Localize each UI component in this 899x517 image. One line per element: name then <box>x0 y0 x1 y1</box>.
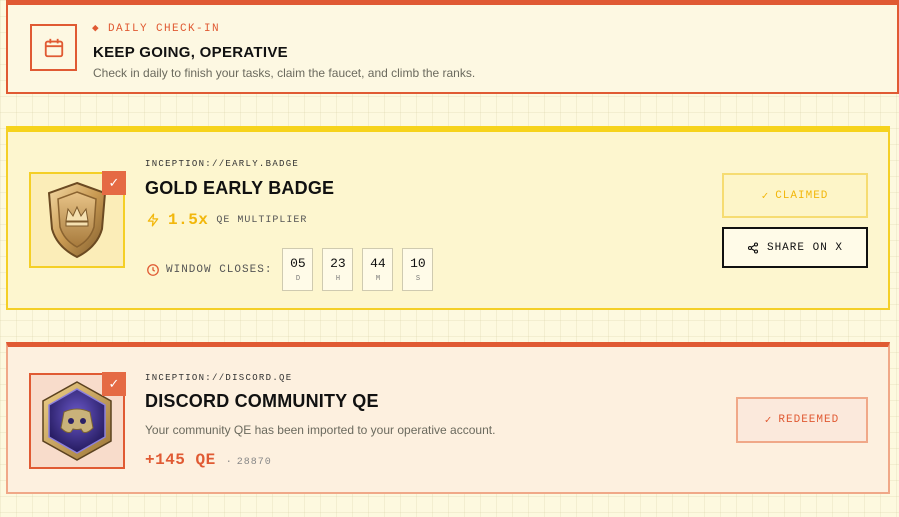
diamond-icon: ◆ <box>92 23 101 35</box>
share-on-x-button[interactable]: SHARE ON X <box>722 227 868 268</box>
multiplier-row: 1.5x QE MULTIPLIER <box>146 211 307 229</box>
countdown-minutes-unit: M <box>375 275 381 283</box>
qe-amount: +145 QE <box>145 451 216 469</box>
qe-id-value: 28870 <box>236 457 272 468</box>
check-icon: ✓ <box>761 190 770 203</box>
calendar-icon <box>30 24 77 71</box>
claimed-button: ✓ CLAIMED <box>722 173 868 218</box>
countdown-days: 05 D <box>282 248 314 291</box>
countdown-days-value: 05 <box>290 256 306 271</box>
badge-title: DISCORD COMMUNITY QE <box>145 391 379 411</box>
redeemed-button: ✓ REDEEMED <box>736 397 868 443</box>
badge-path: INCEPTION://DISCORD.QE <box>145 373 293 383</box>
daily-checkin-banner: ◆ DAILY CHECK-IN KEEP GOING, OPERATIVE C… <box>6 0 899 94</box>
claimed-label: CLAIMED <box>775 189 829 202</box>
badge-image-frame: ✓ <box>29 171 126 268</box>
countdown-hours: 23 H <box>322 248 354 291</box>
check-icon: ✓ <box>764 415 773 427</box>
badge-image-frame: ✓ <box>29 372 126 469</box>
check-icon: ✓ <box>102 372 126 396</box>
badge-title: GOLD EARLY BADGE <box>145 178 335 198</box>
discord-community-qe-card: ✓ INCEPTION://DISCORD.QE DISCORD COMMUNI… <box>6 342 890 494</box>
lightning-icon <box>147 213 159 227</box>
countdown-minutes: 44 M <box>362 248 394 291</box>
countdown-seconds: 10 S <box>402 248 434 291</box>
checkin-eyebrow: ◆ DAILY CHECK-IN <box>92 21 220 35</box>
share-icon <box>747 241 759 254</box>
checkin-description: Check in daily to finish your tasks, cla… <box>93 66 476 80</box>
checkin-eyebrow-label: DAILY CHECK-IN <box>108 23 221 35</box>
badge-path: INCEPTION://EARLY.BADGE <box>145 159 300 169</box>
countdown-days-unit: D <box>295 275 301 283</box>
multiplier-label: QE MULTIPLIER <box>216 214 308 226</box>
qe-separator: · <box>225 457 233 468</box>
clock-icon <box>147 263 159 276</box>
countdown-hours-value: 23 <box>330 256 346 271</box>
countdown-hours-unit: H <box>335 275 341 283</box>
window-closes-row: WINDOW CLOSES: 05 D 23 H 44 M 10 S <box>146 248 436 291</box>
window-closes-label: WINDOW CLOSES: <box>166 263 273 276</box>
discord-description: Your community QE has been imported to y… <box>145 423 496 437</box>
redeemed-label: REDEEMED <box>778 414 840 426</box>
countdown-seconds-unit: S <box>415 275 421 283</box>
countdown-seconds-value: 10 <box>410 256 426 271</box>
countdown-minutes-value: 44 <box>370 256 386 271</box>
share-label: SHARE ON X <box>766 241 843 254</box>
gold-early-badge-card: ✓ INCEPTION://EARLY.BADGE GOLD EARLY BAD… <box>6 126 890 310</box>
qe-amount-row: +145 QE · 28870 <box>145 451 272 469</box>
check-icon: ✓ <box>102 171 126 195</box>
multiplier-value: 1.5x <box>168 211 209 229</box>
checkin-title: KEEP GOING, OPERATIVE <box>93 44 288 61</box>
